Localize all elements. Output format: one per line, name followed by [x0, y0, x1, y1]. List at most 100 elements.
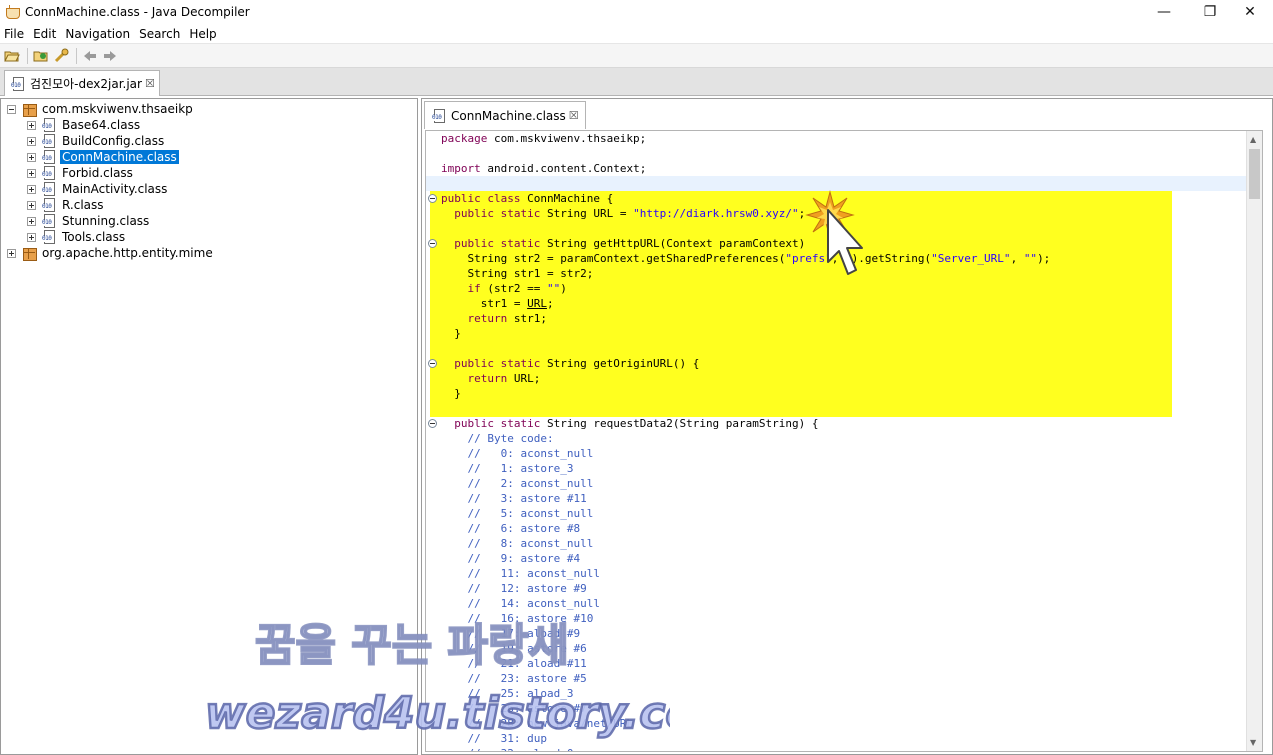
class-file-icon: 010 — [42, 118, 56, 132]
tree-node-package[interactable]: org.apache.http.entity.mime — [7, 245, 215, 261]
code-line: // 11: aconst_null — [441, 567, 600, 580]
menu-navigation[interactable]: Navigation — [65, 27, 130, 41]
code-line: // 8: aconst_null — [441, 537, 594, 550]
tree-node-label: Base64.class — [62, 118, 141, 132]
expand-icon[interactable] — [27, 152, 36, 162]
toolbar — [0, 44, 1273, 68]
code-line: // 3: astore #11 — [441, 492, 587, 505]
package-tree: com.mskviwenv.thsaeikp 010 Base64.class 01… — [7, 101, 215, 261]
watermark-line1: 꿈을 꾸는 파랑새 — [255, 620, 569, 671]
code-line: // 9: astore #4 — [441, 552, 581, 565]
toolbar-separator — [76, 47, 77, 64]
code-line: str1 = URL; — [441, 297, 554, 310]
tab-close-icon[interactable]: ☒ — [569, 109, 579, 122]
tree-node-label: Forbid.class — [62, 166, 133, 180]
expand-icon[interactable] — [27, 136, 36, 146]
fold-toggle-icon[interactable] — [428, 239, 437, 248]
code-line: // 12: astore #9 — [441, 582, 587, 595]
back-icon[interactable] — [81, 47, 99, 65]
code-line: import android.content.Context; — [441, 162, 647, 175]
tree-node-class[interactable]: 010 ConnMachine.class — [7, 149, 215, 165]
code-line: if (str2 == "") — [467, 282, 567, 295]
menu-file[interactable]: File — [4, 27, 24, 41]
code-line: return str1; — [467, 312, 548, 325]
blog-watermark: 꿈을 꾸는 파랑새 wezard4u.tistory.com — [204, 619, 670, 740]
tree-node-label: Tools.class — [62, 230, 126, 244]
tab-close-icon[interactable]: ☒ — [145, 77, 155, 90]
window-title: ConnMachine.class - Java Decompiler — [25, 5, 250, 19]
open-file-icon[interactable] — [3, 47, 21, 65]
code-line: } — [441, 327, 461, 340]
mouse-pointer-icon — [827, 209, 863, 275]
java-decompiler-app-icon — [5, 5, 20, 19]
class-file-icon: 010 — [42, 134, 56, 148]
code-line: // 5: aconst_null — [441, 507, 594, 520]
code-line: // Byte code: — [441, 432, 554, 445]
title-bar: ConnMachine.class - Java Decompiler — ❐ … — [0, 0, 1273, 24]
tree-node-class[interactable]: 010 Base64.class — [7, 117, 215, 133]
scroll-thumb[interactable] — [1249, 149, 1260, 199]
menu-bar: File Edit Navigation Search Help — [0, 24, 1273, 44]
vertical-scrollbar[interactable]: ▲ ▼ — [1246, 131, 1262, 751]
minimize-button[interactable]: — — [1141, 0, 1187, 24]
tree-node-class[interactable]: 010 Forbid.class — [7, 165, 215, 181]
code-line: public static String requestData2(String… — [426, 416, 1246, 431]
open-type-hierarchy-icon[interactable] — [52, 47, 70, 65]
code-line: // 2: aconst_null — [441, 477, 594, 490]
tree-node-label: org.apache.http.entity.mime — [42, 246, 213, 260]
fold-toggle-icon[interactable] — [428, 419, 437, 428]
package-icon — [22, 247, 37, 261]
editor-tab-strip: 010 ConnMachine.class ☒ — [422, 99, 1272, 129]
code-line: // 0: aconst_null — [441, 447, 594, 460]
archive-tab-strip: 010 검진모아-dex2jar.jar ☒ — [0, 68, 1273, 96]
forward-icon[interactable] — [101, 47, 119, 65]
menu-edit[interactable]: Edit — [33, 27, 56, 41]
expand-icon[interactable] — [27, 120, 36, 130]
code-line — [426, 176, 1246, 191]
expand-icon[interactable] — [7, 248, 16, 258]
tree-node-label: R.class — [62, 198, 104, 212]
expand-icon[interactable] — [27, 200, 36, 210]
expand-icon[interactable] — [27, 184, 36, 194]
tree-node-label: MainActivity.class — [62, 182, 168, 196]
tree-node-label: Stunning.class — [62, 214, 150, 228]
class-file-icon: 010 — [42, 166, 56, 180]
class-file-icon: 010 — [42, 182, 56, 196]
class-file-icon: 010 — [42, 198, 56, 212]
expand-icon[interactable] — [27, 168, 36, 178]
code-line: // 1: astore_3 — [441, 462, 574, 475]
tab-editor-label: ConnMachine.class — [451, 108, 566, 123]
code-line: package com.mskviwenv.thsaeikp; — [441, 132, 647, 145]
fold-toggle-icon[interactable] — [428, 359, 437, 368]
tree-node-label: ConnMachine.class — [60, 150, 179, 164]
tree-node-class[interactable]: 010 Stunning.class — [7, 213, 215, 229]
menu-help[interactable]: Help — [189, 27, 216, 41]
menu-search[interactable]: Search — [139, 27, 180, 41]
expand-icon[interactable] — [27, 216, 36, 226]
close-button[interactable]: ✕ — [1227, 0, 1273, 24]
class-file-icon: 010 — [42, 214, 56, 228]
tree-node-label: com.mskviwenv.thsaeikp — [42, 102, 193, 116]
tab-connmachine-class[interactable]: 010 ConnMachine.class ☒ — [424, 101, 586, 129]
tree-node-class[interactable]: 010 Tools.class — [7, 229, 215, 245]
scroll-down-icon[interactable]: ▼ — [1250, 738, 1256, 747]
open-type-icon[interactable] — [32, 47, 50, 65]
tree-node-package[interactable]: com.mskviwenv.thsaeikp — [7, 101, 215, 117]
watermark-line2: wezard4u.tistory.com — [205, 688, 670, 739]
class-file-icon: 010 — [42, 230, 56, 244]
jar-file-icon: 010 — [11, 76, 25, 91]
tab-archive[interactable]: 010 검진모아-dex2jar.jar ☒ — [4, 70, 160, 96]
tree-node-class[interactable]: 010 MainActivity.class — [7, 181, 215, 197]
collapse-icon[interactable] — [7, 104, 16, 114]
fold-toggle-icon[interactable] — [428, 194, 437, 203]
tree-node-class[interactable]: 010 BuildConfig.class — [7, 133, 215, 149]
tree-node-class[interactable]: 010 R.class — [7, 197, 215, 213]
expand-icon[interactable] — [27, 232, 36, 242]
code-line: public static String getOriginURL() { — [426, 356, 1246, 371]
tree-node-label: BuildConfig.class — [62, 134, 165, 148]
code-line: // 6: astore #8 — [441, 522, 581, 535]
code-line: return URL; — [467, 372, 541, 385]
scroll-up-icon[interactable]: ▲ — [1250, 135, 1256, 144]
